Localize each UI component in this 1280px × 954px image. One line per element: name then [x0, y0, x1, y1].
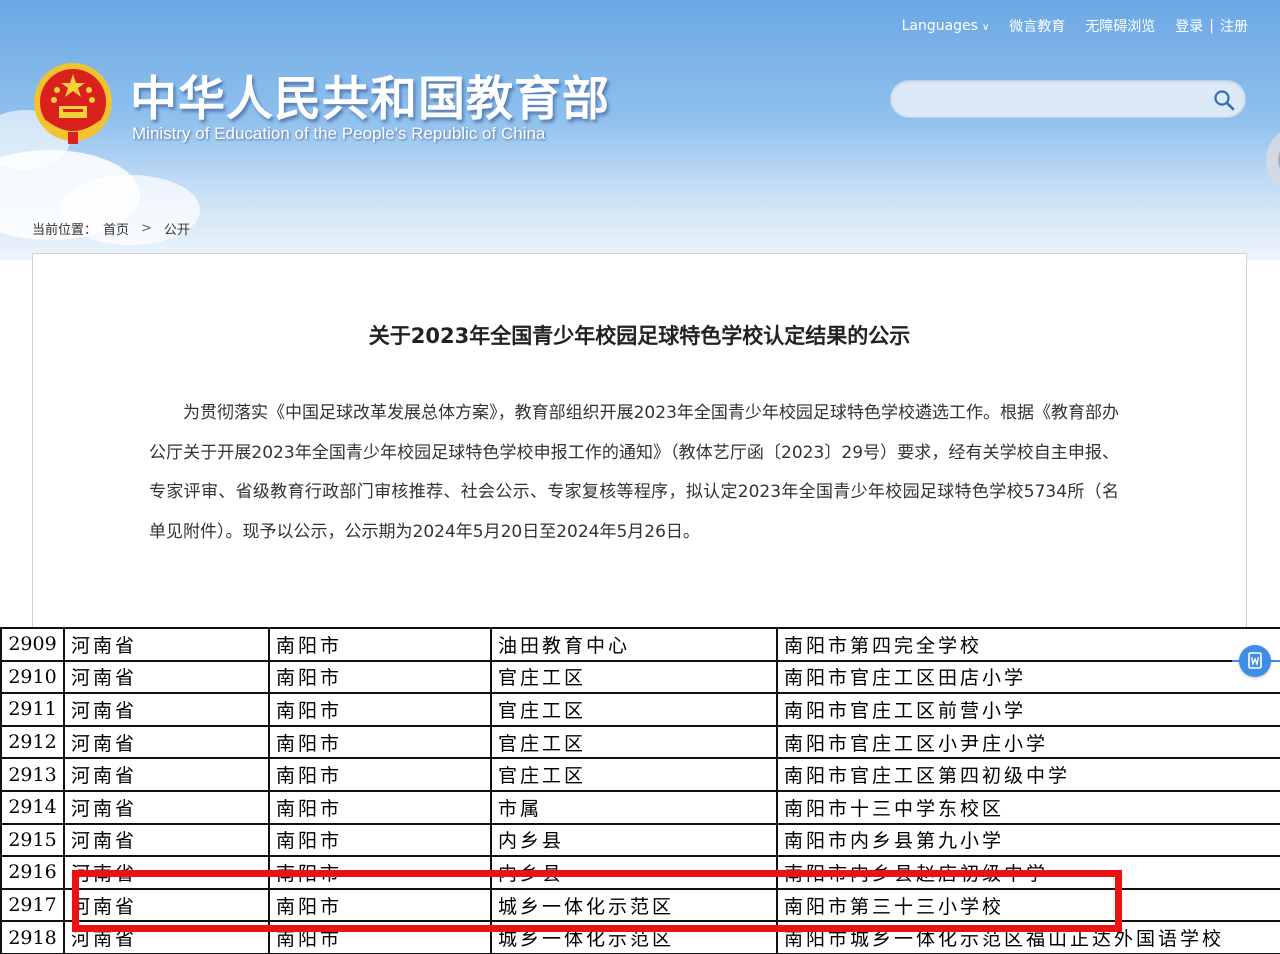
- site-header: 中华人民共和国教育部 Ministry of Education of the …: [0, 0, 1280, 260]
- chevron-down-icon: ∨: [981, 22, 990, 33]
- school-name-cell: 南阳市第三十三小学校: [776, 887, 1280, 923]
- languages-label: Languages: [901, 18, 978, 34]
- breadcrumb-label: 当前位置：: [32, 223, 98, 238]
- dandelion-decoration: [1266, 132, 1280, 188]
- table-row: 2910 河南省 南阳市 官庄工区 南阳市官庄工区田店小学: [0, 659, 1280, 695]
- row-number-cell: 2913: [0, 757, 65, 792]
- province-cell: 河南省: [63, 887, 270, 923]
- breadcrumb-current[interactable]: 公开: [164, 219, 190, 238]
- school-name-cell: 南阳市官庄工区第四初级中学: [776, 757, 1280, 792]
- province-cell: 河南省: [63, 659, 270, 695]
- table-row: 2912 河南省 南阳市 官庄工区 南阳市官庄工区小尹庄小学: [0, 724, 1280, 760]
- word-document-button[interactable]: [1239, 645, 1271, 677]
- city-cell: 南阳市: [268, 822, 492, 858]
- table-row: 2909 河南省 南阳市 油田教育中心 南阳市第四完全学校: [0, 627, 1280, 662]
- row-number-cell: 2918: [0, 920, 65, 954]
- city-cell: 南阳市: [268, 659, 492, 695]
- row-number-cell: 2917: [0, 887, 65, 923]
- article-panel: 关于2023年全国青少年校园足球特色学校认定结果的公示 为贯彻落实《中国足球改革…: [32, 253, 1247, 653]
- district-cell: 市属: [490, 789, 778, 825]
- table-row: 2918 河南省 南阳市 城乡一体化示范区 南阳市城乡一体化示范区福山正达外国语学校: [0, 920, 1280, 954]
- school-table-container: 2909 河南省 南阳市 油田教育中心 南阳市第四完全学校 2910 河南省 南阳市 官庄工区南…: [0, 627, 1280, 954]
- school-name-cell: 南阳市内乡县赵店初级中学: [776, 855, 1280, 890]
- table-row: 2915 河南省 南阳市 内乡县 南阳市内乡县第九小学: [0, 822, 1280, 858]
- site-subtitle: Ministry of Education of the People's Re…: [132, 124, 546, 143]
- breadcrumb-separator: >: [141, 221, 152, 236]
- city-cell: 南阳市: [268, 692, 492, 727]
- accessibility-link[interactable]: 无障碍浏览: [1075, 16, 1165, 36]
- province-cell: 河南省: [63, 920, 270, 954]
- school-name-cell: 南阳市官庄工区田店小学: [776, 659, 1280, 695]
- province-cell: 河南省: [63, 692, 270, 727]
- school-name-cell: 南阳市官庄工区前营小学: [776, 692, 1280, 727]
- district-cell: 内乡县: [490, 822, 778, 858]
- row-number-cell: 2910: [0, 659, 65, 695]
- article-body: 为贯彻落实《中国足球改革发展总体方案》，教育部组织开展2023年全国青少年校园足…: [149, 403, 1119, 542]
- languages-menu[interactable]: Languages ∨: [892, 18, 1000, 34]
- province-cell: 河南省: [63, 822, 270, 858]
- district-cell: 城乡一体化示范区: [490, 887, 778, 923]
- row-number-cell: 2914: [0, 789, 65, 825]
- city-cell: 南阳市: [268, 855, 492, 890]
- city-cell: 南阳市: [268, 920, 492, 954]
- city-cell: 南阳市: [268, 627, 492, 662]
- district-cell: 官庄工区: [490, 659, 778, 695]
- city-cell: 南阳市: [268, 724, 492, 760]
- province-cell: 河南省: [63, 855, 270, 890]
- province-cell: 河南省: [63, 627, 270, 662]
- row-number-cell: 2911: [0, 692, 65, 727]
- district-cell: 官庄工区: [490, 757, 778, 792]
- search-input[interactable]: [907, 87, 1207, 113]
- table-row: 2911 河南省 南阳市 官庄工区 南阳市官庄工区前营小学: [0, 692, 1280, 727]
- top-nav: Languages ∨ 微言教育 无障碍浏览 登录 | 注册: [892, 16, 1248, 36]
- district-cell: 城乡一体化示范区: [490, 920, 778, 954]
- city-cell: 南阳市: [268, 789, 492, 825]
- table-row: 2917 河南省 南阳市 城乡一体化示范区 南阳市第三十三小学校: [0, 887, 1280, 923]
- school-name-cell: 南阳市十三中学东校区: [776, 789, 1280, 825]
- district-cell: 油田教育中心: [490, 627, 778, 662]
- word-document-icon: [1248, 652, 1262, 669]
- article-title: 关于2023年全国青少年校园足球特色学校认定结果的公示: [368, 324, 911, 348]
- breadcrumb: 当前位置： 首页 > 公开: [32, 219, 190, 238]
- school-list-table: 2909 河南省 南阳市 油田教育中心 南阳市第四完全学校 2910 河南省 南阳市 官庄工区南…: [0, 627, 1280, 954]
- register-link[interactable]: 注册: [1216, 16, 1248, 36]
- search-icon[interactable]: [1213, 89, 1235, 111]
- row-number-cell: 2915: [0, 822, 65, 858]
- province-cell: 河南省: [63, 789, 270, 825]
- school-name-cell: 南阳市官庄工区小尹庄小学: [776, 724, 1280, 760]
- district-cell: 官庄工区: [490, 724, 778, 760]
- city-cell: 南阳市: [268, 757, 492, 792]
- province-cell: 河南省: [63, 757, 270, 792]
- city-cell: 南阳市: [268, 887, 492, 923]
- table-row: 2913 河南省 南阳市 官庄工区 南阳市官庄工区第四初级中学: [0, 757, 1280, 792]
- row-number-cell: 2909: [0, 627, 65, 662]
- weiyan-link[interactable]: 微言教育: [999, 16, 1075, 36]
- district-cell: 内乡县: [490, 855, 778, 890]
- school-name-cell: 南阳市城乡一体化示范区福山正达外国语学校: [776, 920, 1280, 954]
- province-cell: 河南省: [63, 724, 270, 760]
- site-title[interactable]: 中华人民共和国教育部: [130, 60, 610, 129]
- row-number-cell: 2912: [0, 724, 65, 760]
- school-name-cell: 南阳市第四完全学校: [776, 627, 1280, 662]
- row-number-cell: 2916: [0, 855, 65, 890]
- district-cell: 官庄工区: [490, 692, 778, 727]
- nav-separator: |: [1209, 18, 1214, 34]
- school-name-cell: 南阳市内乡县第九小学: [776, 822, 1280, 858]
- national-emblem-icon: [34, 63, 112, 144]
- breadcrumb-home[interactable]: 首页: [103, 219, 129, 238]
- login-link[interactable]: 登录: [1165, 16, 1207, 36]
- table-row: 2914 河南省 南阳市 市属 南阳市十三中学东校区: [0, 789, 1280, 825]
- table-row: 2916 河南省 南阳市 内乡县 南阳市内乡县赵店初级中学: [0, 855, 1280, 890]
- search-box: [890, 80, 1246, 118]
